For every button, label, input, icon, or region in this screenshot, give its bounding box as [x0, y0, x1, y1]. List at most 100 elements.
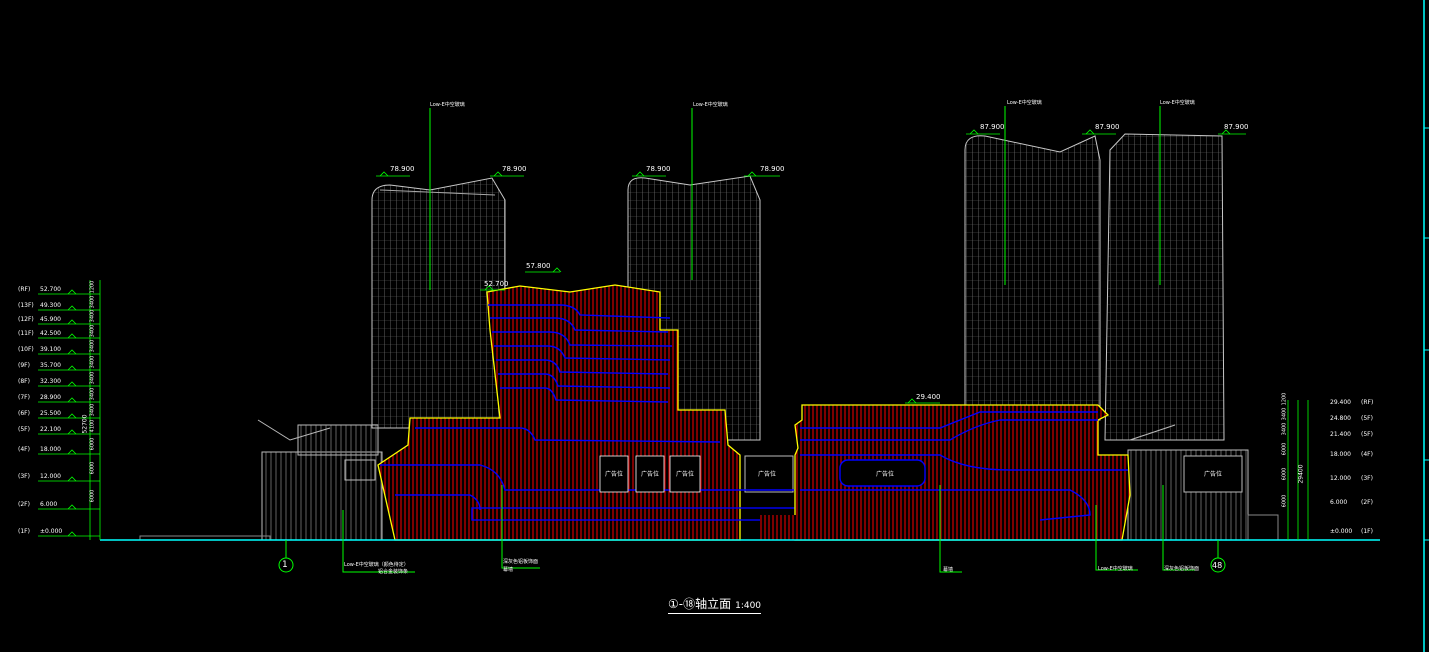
left-level-marker: [67, 319, 77, 325]
left-dim-label: 4100: [89, 419, 96, 433]
right-level-floor: (RF): [1361, 399, 1374, 406]
right-dim-label: 6000: [1281, 442, 1288, 456]
ad-box-5: 广告位: [876, 471, 895, 478]
callout-c1: Low-E中空玻璃: [430, 102, 465, 108]
left-level-floor: (RF): [18, 286, 31, 293]
left-level-floor: (7F): [18, 394, 30, 401]
left-dim-label: 1200: [89, 280, 96, 294]
left-level-elev: 32.300: [40, 378, 61, 385]
callout-c7: 幕墙: [943, 567, 954, 573]
elev-podium-top: 57.800: [526, 262, 551, 270]
left-level-marker: [67, 504, 77, 510]
left-total-dim: 52700: [81, 414, 89, 434]
left-dim-label: 3400: [89, 324, 96, 338]
left-dim-label: 6000: [89, 489, 96, 503]
left-level-elev: 39.100: [40, 346, 61, 353]
right-level-elev: 24.800: [1330, 415, 1351, 422]
right-level-floor: (2F): [1361, 499, 1373, 506]
left-level-floor: (12F): [18, 316, 34, 323]
drawing-title-text: ①-⑱轴立面: [668, 597, 732, 611]
right-level-floor: (5F): [1361, 431, 1373, 438]
axis-label-end: 48: [1212, 561, 1223, 570]
callout-c4: Low-E中空玻璃: [1160, 100, 1195, 106]
elev-t1-right: 78.900: [502, 165, 527, 173]
right-level-elev: 21.400: [1330, 431, 1351, 438]
right-level-floor: (5F): [1361, 415, 1373, 422]
left-level-marker: [67, 397, 77, 403]
axis-label-start: 1: [282, 560, 288, 570]
left-dim-label: 6000: [89, 437, 96, 451]
drawing-scale: 1:400: [735, 601, 762, 611]
left-level-floor: (1F): [18, 528, 30, 535]
right-level-elev: 18.000: [1330, 451, 1351, 458]
elev-podium-ledge: 52.700: [484, 280, 509, 288]
tower-1: [371, 177, 506, 429]
left-level-marker: [67, 349, 77, 355]
left-level-marker: [67, 531, 77, 537]
callout-c2: Low-E中空玻璃: [693, 102, 728, 108]
elev-t1-left: 78.900: [390, 165, 415, 173]
ad-box-1: 广告位: [605, 471, 624, 478]
left-dim-label: 3400: [89, 403, 96, 417]
left-level-floor: (8F): [18, 378, 30, 385]
left-level-marker: [67, 381, 77, 387]
right-level-floor: (3F): [1361, 475, 1373, 482]
left-level-marker: [67, 413, 77, 419]
ad-box-4: 广告位: [758, 471, 777, 478]
callout-c6a: 深灰色铝板饰面: [503, 559, 539, 565]
left-dim-label: 6000: [89, 461, 96, 475]
left-level-marker: [67, 305, 77, 311]
ad-box-2: 广告位: [641, 471, 660, 478]
left-level-elev: 49.300: [40, 302, 61, 309]
left-level-floor: (11F): [18, 330, 34, 337]
left-level-elev: 35.700: [40, 362, 61, 369]
left-level-floor: (2F): [18, 501, 30, 508]
left-level-floor: (6F): [18, 410, 30, 417]
left-level-floor: (4F): [18, 446, 30, 453]
callout-c9: 深灰色铝板饰面: [1164, 566, 1200, 572]
callout-c8: Low-E中空玻璃: [1098, 566, 1133, 572]
left-level-elev: 45.900: [40, 316, 61, 323]
left-dim-label: 3400: [89, 309, 96, 323]
tower-3: [964, 135, 1101, 421]
right-level-floor: (1F): [1361, 528, 1373, 535]
right-dim-label: 1200: [1281, 392, 1288, 406]
right-level-elev: 12.000: [1330, 475, 1351, 482]
left-level-floor: (10F): [18, 346, 34, 353]
right-dim-label: 3400: [1281, 407, 1288, 421]
left-level-elev: 25.500: [40, 410, 61, 417]
elevation-drawing: [38, 0, 1429, 652]
right-dim-label: 6000: [1281, 494, 1288, 508]
left-level-elev: 6.000: [40, 501, 58, 508]
left-level-elev: 42.500: [40, 330, 61, 337]
left-level-elev: 28.900: [40, 394, 61, 401]
right-total-dim: 29400: [1297, 464, 1305, 484]
right-level-floor: (4F): [1361, 451, 1373, 458]
callout-c6b: 幕墙: [503, 567, 514, 573]
ad-box-3: 广告位: [676, 471, 695, 478]
left-dim-label: 3400: [89, 387, 96, 401]
drawing-title: ①-⑱轴立面 1:400: [668, 597, 762, 614]
left-level-elev: 22.100: [40, 426, 61, 433]
left-level-marker: [67, 476, 77, 482]
left-level-elev: 18.000: [40, 446, 61, 453]
left-level-marker: [67, 429, 77, 435]
left-level-floor: (9F): [18, 362, 30, 369]
left-dim-label: 3400: [89, 371, 96, 385]
right-level-elev: ±0.000: [1330, 528, 1353, 535]
callout-c3: Low-E中空玻璃: [1007, 100, 1042, 106]
elev-t2-left: 78.900: [646, 165, 671, 173]
left-level-marker: [67, 333, 77, 339]
right-dim-label: 3400: [1281, 422, 1288, 436]
elev-t4-right: 87.900: [1224, 123, 1249, 131]
left-level-floor: (13F): [18, 302, 34, 309]
ad-box-6: 广告位: [1204, 471, 1223, 478]
right-dim-label: 6000: [1281, 467, 1288, 481]
callout-c5b: 铝合金装饰条: [378, 569, 409, 575]
elev-east-roof: 29.400: [916, 393, 941, 401]
left-level-marker: [67, 365, 77, 371]
left-level-elev: 52.700: [40, 286, 61, 293]
left-level-floor: (3F): [18, 473, 30, 480]
elev-t3-left: 87.900: [980, 123, 1005, 131]
left-level-elev: 12.000: [40, 473, 61, 480]
